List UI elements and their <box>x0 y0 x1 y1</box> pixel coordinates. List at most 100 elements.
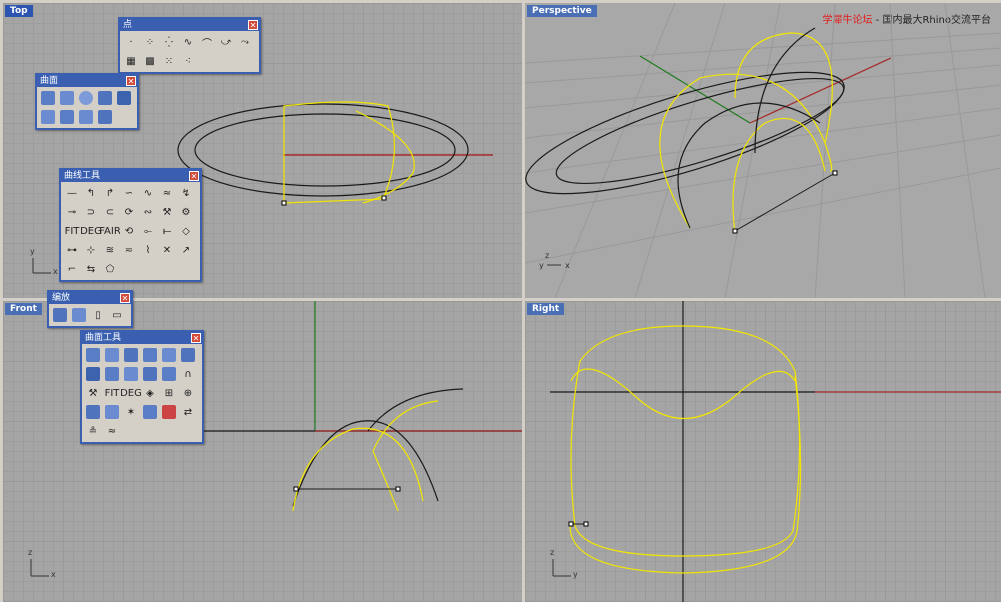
point-handle[interactable] <box>832 170 838 176</box>
convert-curve-button[interactable]: ⊹ <box>82 241 100 259</box>
variable-fillet-button[interactable] <box>103 346 121 364</box>
scale-1d-button[interactable]: ▯ <box>89 306 107 324</box>
seam-button[interactable]: ≋ <box>101 241 119 259</box>
close-icon[interactable]: ✕ <box>126 76 136 86</box>
close-icon[interactable]: ✕ <box>191 333 201 343</box>
fillet-curve-button[interactable]: ↰ <box>82 184 100 202</box>
loft-surface-button[interactable] <box>39 108 57 126</box>
point-handle[interactable] <box>732 228 738 234</box>
point-cloud-tool-button[interactable]: ⁘ <box>141 33 159 51</box>
point-array-tool-button[interactable]: ▩ <box>141 52 159 70</box>
surface-from-edges-button[interactable] <box>58 89 76 107</box>
scale-3d-button[interactable] <box>51 306 69 324</box>
simplify-curve-button[interactable]: ⊶ <box>63 241 81 259</box>
change-surface-degree-button[interactable]: DEG <box>120 384 142 402</box>
point-handle[interactable] <box>293 486 299 492</box>
match-surface-button[interactable] <box>141 365 159 383</box>
insert-knot-button[interactable]: ⟜ <box>139 222 157 240</box>
toolbar-surface-tools-title[interactable]: 曲面工具 ✕ <box>82 332 202 344</box>
closest-points-tool-button[interactable]: ⁖ <box>179 52 197 70</box>
change-degree-label-button[interactable]: DEG <box>80 222 102 240</box>
match-curve-button[interactable]: ≈ <box>158 184 176 202</box>
extend-curve-button[interactable]: ⊸ <box>63 203 81 221</box>
surface-curvature-button[interactable]: ≈ <box>103 422 121 440</box>
toolbar-surface-tools[interactable]: 曲面工具 ✕ ∩ ⚒ FIT DEG ◈ ⊞ ⊕ ✶ ⇄ ≗ ≈ <box>80 330 204 444</box>
fit-curve-button[interactable]: FIT <box>63 222 81 240</box>
close-icon[interactable]: ✕ <box>120 293 130 303</box>
fit-surface-button[interactable]: FIT <box>103 384 121 402</box>
edit-surface-points-button[interactable]: ◈ <box>141 384 159 402</box>
insert-point-button[interactable]: ↗ <box>177 241 195 259</box>
point-handle[interactable] <box>381 195 387 201</box>
close-curve-button[interactable]: ≂ <box>120 241 138 259</box>
offset-surface-curve-button[interactable]: ⊂ <box>101 203 119 221</box>
sweep2-surface-button[interactable] <box>77 108 95 126</box>
connect-surface-button[interactable] <box>103 365 121 383</box>
change-degree-button[interactable]: ⚙ <box>177 203 195 221</box>
network-surface-button[interactable] <box>115 89 133 107</box>
close-icon[interactable]: ✕ <box>248 20 258 30</box>
surface-analysis-button[interactable]: ≗ <box>84 422 102 440</box>
toolbar-points-title[interactable]: 点 ✕ <box>120 19 259 31</box>
curve-end-button[interactable]: ⌐ <box>63 260 81 278</box>
viewport-right[interactable]: Right z y <box>525 301 1001 602</box>
drape-points-tool-button[interactable]: ⤻ <box>217 33 235 51</box>
surface-from-points-button[interactable] <box>39 89 57 107</box>
symmetry-curve-button[interactable]: ⟳ <box>120 203 138 221</box>
line-tool-button[interactable]: — <box>63 184 81 202</box>
toolbar-surface[interactable]: 曲面 ✕ <box>35 73 139 130</box>
fillet-surface-button[interactable] <box>84 346 102 364</box>
blend-curve-button[interactable]: ∽ <box>120 184 138 202</box>
blend-surface-button[interactable] <box>141 346 159 364</box>
uv-direction-button[interactable]: ⊕ <box>179 384 197 402</box>
chamfer-surface-button[interactable] <box>122 346 140 364</box>
curve-boolean-button[interactable]: ∾ <box>139 203 157 221</box>
arch-surface-button[interactable]: ∩ <box>179 365 197 383</box>
delete-point-button[interactable]: ✕ <box>158 241 176 259</box>
curve-points-tool-button[interactable]: ∿ <box>179 33 197 51</box>
point-handle[interactable] <box>568 521 574 527</box>
variable-blend-button[interactable] <box>160 346 178 364</box>
point-handle[interactable] <box>281 200 287 206</box>
unroll-surface-button[interactable] <box>84 403 102 421</box>
scatter-points-tool-button[interactable]: ⁙ <box>160 52 178 70</box>
patch-surface-button[interactable] <box>96 108 114 126</box>
sphere-surface-button[interactable] <box>77 89 95 107</box>
fair-curve-button[interactable]: FAIR <box>99 222 121 240</box>
rectangle-surface-button[interactable] <box>96 89 114 107</box>
toolbar-surface-title[interactable]: 曲面 ✕ <box>37 75 137 87</box>
remove-knot-button[interactable]: ⟝ <box>158 222 176 240</box>
join-surface-button[interactable] <box>141 403 159 421</box>
rebuild-curve-button[interactable]: ⚒ <box>158 203 176 221</box>
offset-surface-button[interactable] <box>179 346 197 364</box>
scale-nonuniform-button[interactable]: ▭ <box>108 306 126 324</box>
connect-curve-button[interactable]: ↯ <box>177 184 195 202</box>
chamfer-curve-button[interactable]: ↱ <box>101 184 119 202</box>
toolbar-points[interactable]: 点 ✕ · ⁘ ⁛ ∿ ⌒ ⤻ ⤳ ▦ ▩ ⁙ ⁖ <box>118 17 261 74</box>
smooth-curve-button[interactable]: ⌇ <box>139 241 157 259</box>
toolbar-curve-tools-title[interactable]: 曲线工具 ✕ <box>61 170 200 182</box>
adjust-blend-button[interactable]: ∿ <box>139 184 157 202</box>
divide-curve-tool-button[interactable]: ⌒ <box>198 33 216 51</box>
points-on-grid-tool-button[interactable]: ⁛ <box>160 33 178 51</box>
merge-surface-button[interactable] <box>122 365 140 383</box>
extract-points-tool-button[interactable]: ⤳ <box>236 33 254 51</box>
extend-surface-button[interactable] <box>84 365 102 383</box>
point-tool-button[interactable]: · <box>122 33 140 51</box>
curve-flip-button[interactable]: ⇆ <box>82 260 100 278</box>
toolbar-curve-tools[interactable]: 曲线工具 ✕ — ↰ ↱ ∽ ∿ ≈ ↯ ⊸ ⊃ ⊂ ⟳ ∾ ⚒ ⚙ FIT DE… <box>59 168 202 282</box>
curve-shape-button[interactable]: ⬠ <box>101 260 119 278</box>
flip-surface-button[interactable]: ⇄ <box>179 403 197 421</box>
explode-surface-button[interactable]: ✶ <box>122 403 140 421</box>
point-grid-tool-button[interactable]: ▦ <box>122 52 140 70</box>
rebuild-surface-button[interactable]: ⚒ <box>84 384 102 402</box>
point-handle[interactable] <box>395 486 401 492</box>
offset-curve-button[interactable]: ⊃ <box>82 203 100 221</box>
edit-points-button[interactable]: ◇ <box>177 222 195 240</box>
point-handle[interactable] <box>583 521 589 527</box>
scale-2d-button[interactable] <box>70 306 88 324</box>
viewport-perspective[interactable]: Perspective 学犀牛论坛 - 国内最大Rhino交流平台 y z x <box>525 3 1001 298</box>
revolve-surface-button[interactable] <box>58 108 76 126</box>
refit-curve-button[interactable]: ⟲ <box>120 222 138 240</box>
toolbar-zoom-title[interactable]: 编放 ✕ <box>49 292 131 304</box>
